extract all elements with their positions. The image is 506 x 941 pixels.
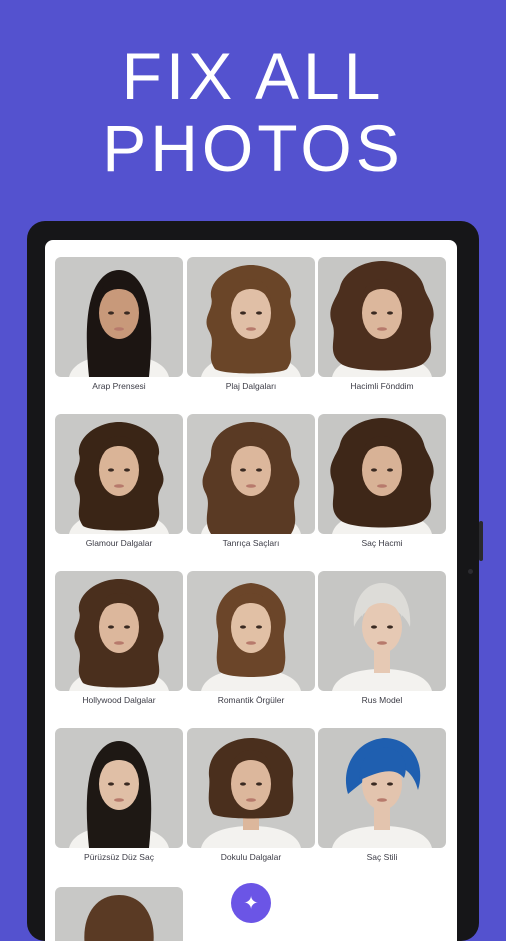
portrait-photo	[55, 414, 183, 534]
portrait-photo	[55, 257, 183, 377]
portrait-photo	[318, 414, 446, 534]
hairstyle-card[interactable]	[187, 257, 315, 377]
hairstyle-label: Romantik Örgüler	[217, 695, 285, 705]
hairstyle-label: Tanrıça Saçları	[222, 538, 280, 548]
portrait-photo	[187, 728, 315, 848]
hairstyle-card[interactable]	[187, 571, 315, 691]
hairstyle-label: Hacimli Fönddim	[350, 381, 414, 391]
hairstyle-card[interactable]	[55, 571, 183, 691]
app-screen: Arap Prensesi Plaj Dalgaları Hacimli Föndd…	[45, 240, 457, 941]
hairstyle-card[interactable]	[318, 571, 446, 691]
hairstyle-card[interactable]	[318, 414, 446, 534]
tablet-frame: Arap Prensesi Plaj Dalgaları Hacimli Föndd…	[27, 221, 483, 941]
hairstyle-card-partial[interactable]	[55, 887, 183, 941]
headline: FIX ALL PHOTOS	[0, 40, 506, 184]
hairstyle-label: Arap Prensesi	[92, 381, 146, 391]
hairstyle-card[interactable]	[318, 257, 446, 377]
camera-dot	[468, 569, 473, 574]
portrait-photo	[318, 257, 446, 377]
hairstyle-label: Hollywood Dalgalar	[82, 695, 156, 705]
hairstyle-label: Plaj Dalgaları	[225, 381, 277, 391]
hairstyle-card[interactable]	[55, 728, 183, 848]
hairstyle-card[interactable]	[187, 728, 315, 848]
hairstyle-card[interactable]	[55, 414, 183, 534]
hairstyle-label: Rus Model	[361, 695, 403, 705]
hairstyle-label: Dokulu Dalgalar	[220, 852, 282, 862]
portrait-photo	[187, 571, 315, 691]
headline-line-1: FIX ALL	[121, 39, 385, 113]
hairstyle-card[interactable]	[55, 257, 183, 377]
hairstyle-label: Pürüzsüz Düz Saç	[84, 852, 154, 862]
portrait-photo	[55, 571, 183, 691]
sparkle-icon[interactable]: ✦	[231, 883, 271, 923]
portrait-photo	[318, 571, 446, 691]
portrait-photo	[55, 728, 183, 848]
hairstyle-label: Saç Hacmi	[361, 538, 403, 548]
hairstyle-label: Saç Stili	[366, 852, 398, 862]
hairstyle-card[interactable]	[318, 728, 446, 848]
portrait-photo	[318, 728, 446, 848]
headline-line-2: PHOTOS	[102, 111, 404, 185]
power-button	[479, 521, 483, 561]
portrait-photo	[55, 887, 183, 941]
hairstyle-label: Glamour Dalgalar	[85, 538, 153, 548]
portrait-photo	[187, 257, 315, 377]
hairstyle-card[interactable]	[187, 414, 315, 534]
portrait-photo	[187, 414, 315, 534]
